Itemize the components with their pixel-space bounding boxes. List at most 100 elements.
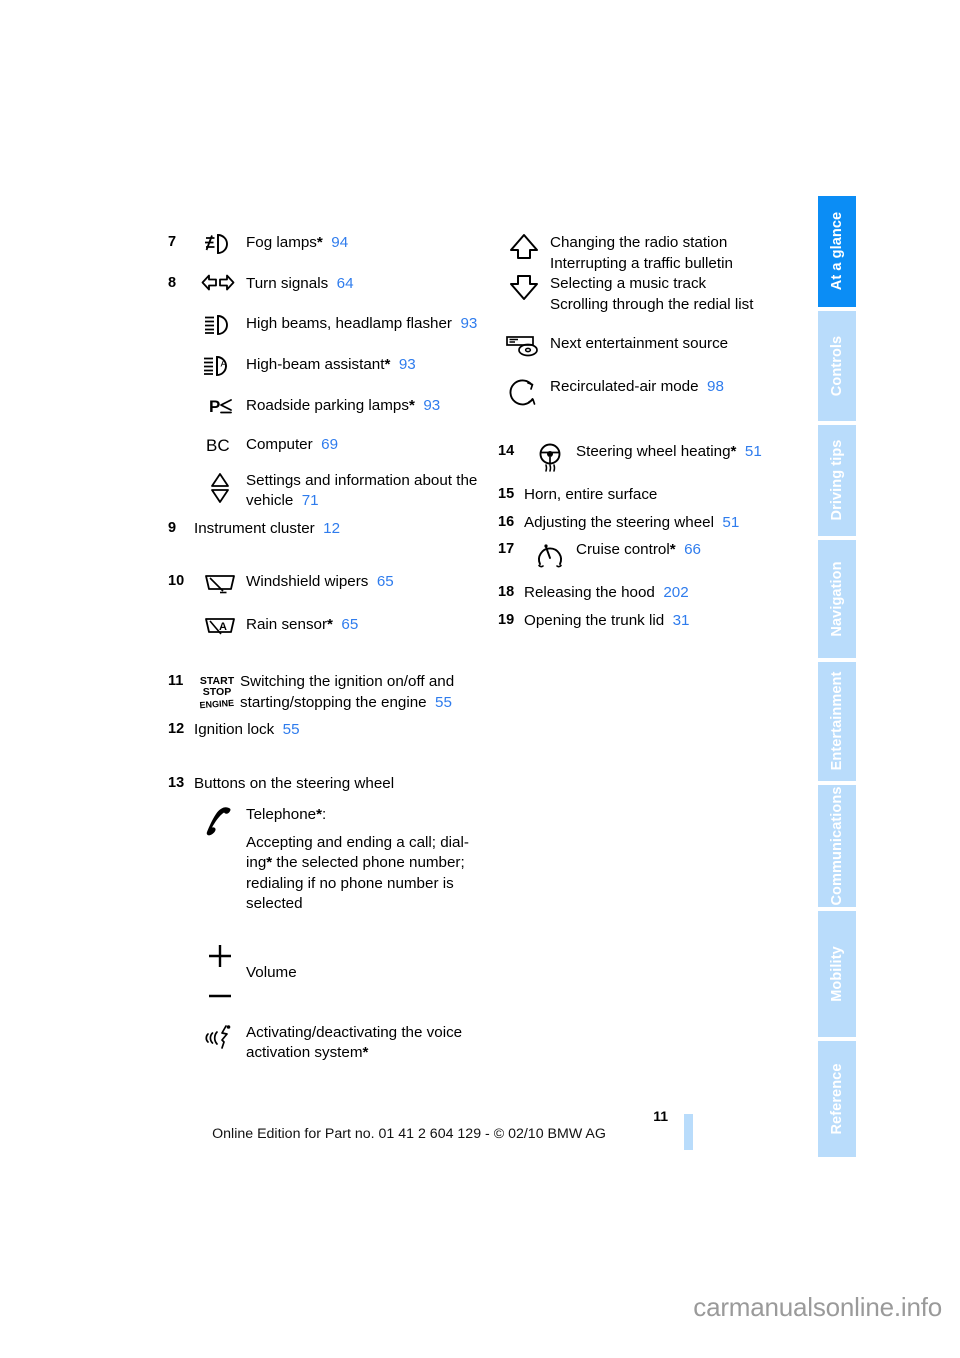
entertainment-source-icon xyxy=(498,333,550,358)
legend-item-number: 19 xyxy=(498,611,515,628)
page-reference[interactable]: 51 xyxy=(722,514,739,531)
legend-item-number: 11 xyxy=(168,673,184,689)
telephone-handset-icon xyxy=(194,804,246,839)
page-reference[interactable]: 69 xyxy=(321,436,338,453)
page-reference[interactable]: 55 xyxy=(435,694,452,711)
legend-item-text: Roadside parking lamps* 93 xyxy=(246,396,441,414)
sidebar-tab-navigation[interactable]: Navigation xyxy=(818,539,856,659)
legend-item-text: Instrument cluster 12 xyxy=(194,519,341,537)
settings-arrows-icon xyxy=(194,470,246,505)
legend-item-text: Activating/deactivating the voice activa… xyxy=(246,1023,463,1062)
legend-item-number: 13 xyxy=(168,774,185,791)
legend-item-text: Telephone*: Accepting and ending a call;… xyxy=(246,806,469,912)
roadside-parking-lamps-icon: P xyxy=(194,395,246,416)
page-reference[interactable]: 55 xyxy=(283,721,300,738)
svg-text:A: A xyxy=(219,621,227,633)
legend-item-text: Computer 69 xyxy=(246,436,339,453)
legend-item-text: Rain sensor* 65 xyxy=(246,616,359,633)
sidebar-tab-entertainment[interactable]: Entertainment xyxy=(818,662,856,781)
sidebar-tab-at-a-glance[interactable]: At a glance xyxy=(818,196,856,307)
sidebar-tab-mobility[interactable]: Mobility xyxy=(818,911,856,1038)
sidebar-tab-reference[interactable]: Reference xyxy=(818,1041,856,1157)
legend-item-number: 16 xyxy=(498,513,515,530)
high-beams-icon xyxy=(194,313,246,336)
footer-marker-bar xyxy=(684,1114,693,1150)
volume-plus-minus-icon xyxy=(194,941,246,1004)
legend-item-voice-activation: x Activating/deactivating the voice acti… xyxy=(168,1022,498,1064)
page-reference[interactable]: 93 xyxy=(460,315,477,332)
legend-list-left: 7 Fog lamps* 94 8 Turn signals 64 High b… xyxy=(168,232,498,1064)
page-reference[interactable]: 202 xyxy=(663,584,688,601)
arrow-down-icon xyxy=(510,275,538,300)
legend-item-number: 9 xyxy=(168,519,177,536)
cruise-control-icon xyxy=(524,539,576,572)
sidebar-tab-communications[interactable]: Communications xyxy=(818,784,856,908)
legend-item-adjust-steering-wheel: 16 Adjusting the steering wheel 51 xyxy=(498,512,808,534)
legend-item-text: Windshield wipers 65 xyxy=(246,573,394,590)
legend-item-number: 12 xyxy=(168,721,185,737)
sidebar-tab-controls[interactable]: Controls xyxy=(818,310,856,422)
svg-text:ENGINE: ENGINE xyxy=(199,698,234,710)
page-reference[interactable]: 51 xyxy=(745,443,762,460)
page-reference[interactable]: 65 xyxy=(341,616,358,633)
legend-item-radio-arrows: Changing the radio station Interrupting … xyxy=(498,232,808,315)
legend-item-cruise-control: 17 Cruise control* 66 xyxy=(498,539,808,572)
high-beam-assistant-icon: A xyxy=(194,354,246,377)
page-reference[interactable]: 64 xyxy=(337,275,354,292)
legend-item-windshield-wipers: 10 Windshield wipers 65 xyxy=(168,571,498,596)
legend-item-text: High-beam assistant* 93 xyxy=(246,355,416,373)
sidebar-tab-label: Mobility xyxy=(829,946,845,1003)
legend-item-text: Cruise control* 66 xyxy=(576,541,701,558)
legend-item-text: Next entertainment source xyxy=(550,335,729,352)
svg-text:P: P xyxy=(209,397,220,416)
page-footer: 11 Online Edition for Part no. 01 41 2 6… xyxy=(0,1108,818,1142)
legend-item-text: Steering wheel heating* 51 xyxy=(576,443,762,460)
fog-lamps-icon xyxy=(194,232,246,255)
edition-notice: Online Edition for Part no. 01 41 2 604 … xyxy=(212,1126,606,1142)
voice-activation-icon xyxy=(194,1022,246,1051)
page-reference[interactable]: 65 xyxy=(377,573,394,590)
legend-item-text: Changing the radio station Interrupting … xyxy=(550,234,754,313)
svg-text:BC: BC xyxy=(206,436,230,455)
legend-item-instrument-cluster: 9 Instrument cluster 12 xyxy=(168,518,498,540)
legend-item-volume: x Volume xyxy=(168,941,498,1004)
legend-item-rain-sensor: A Rain sensor* 65 xyxy=(168,614,498,639)
page-reference[interactable]: 98 xyxy=(707,378,724,395)
rain-sensor-icon: A xyxy=(194,614,246,639)
legend-item-number: 8 xyxy=(168,275,177,291)
windshield-wipers-icon xyxy=(194,571,246,596)
legend-item-steering-wheel-heating: 14 Steering wheel heating* 51 xyxy=(498,441,808,474)
legend-item-text: Releasing the hood 202 xyxy=(524,584,689,601)
page-reference[interactable]: 94 xyxy=(331,234,348,251)
page-reference[interactable]: 71 xyxy=(302,492,319,509)
legend-item-text: Recirculated-air mode 98 xyxy=(550,378,724,395)
legend-item-high-beams: High beams, headlamp flasher 93 xyxy=(168,313,498,336)
legend-item-high-beam-assistant: A High-beam assistant* 93 xyxy=(168,354,498,377)
page-reference[interactable]: 93 xyxy=(399,356,416,373)
legend-item-text: Switching the ignition on/off and starti… xyxy=(240,673,455,711)
sidebar-tab-label: Communications xyxy=(829,786,845,906)
sidebar-tab-driving-tips[interactable]: Driving tips xyxy=(818,425,856,536)
turn-signals-icon xyxy=(194,273,246,291)
recirculated-air-icon xyxy=(498,376,550,409)
legend-item-text: Opening the trunk lid 31 xyxy=(524,611,690,629)
legend-item-number: 14 xyxy=(498,443,515,459)
legend-item-number: 10 xyxy=(168,573,185,589)
legend-item-text: Horn, entire surface xyxy=(524,486,658,503)
legend-item-text: Turn signals 64 xyxy=(246,275,354,292)
page-reference[interactable]: 31 xyxy=(673,612,690,629)
legend-item-number: 17 xyxy=(498,541,515,557)
legend-item-entertainment-source: Next entertainment source xyxy=(498,333,808,358)
legend-item-opening-trunk-lid: 19 Opening the trunk lid 31 xyxy=(498,610,808,632)
page-reference[interactable]: 12 xyxy=(323,520,340,537)
sidebar-tab-label: Driving tips xyxy=(829,439,845,521)
legend-item-start-stop-engine: 11 START STOP ENGINE Switching the ignit… xyxy=(168,671,498,713)
page-reference[interactable]: 93 xyxy=(423,397,440,414)
legend-item-fog-lamps: 7 Fog lamps* 94 xyxy=(168,232,498,255)
legend-item-releasing-hood: 18 Releasing the hood 202 xyxy=(498,582,808,604)
page-reference[interactable]: 66 xyxy=(684,541,701,558)
arrow-up-icon xyxy=(510,234,538,259)
manual-page-sheet: At a glance Controls Driving tips Naviga… xyxy=(0,0,960,1280)
svg-text:STOP: STOP xyxy=(203,686,231,698)
section-tab-rail: At a glance Controls Driving tips Naviga… xyxy=(818,196,856,1157)
